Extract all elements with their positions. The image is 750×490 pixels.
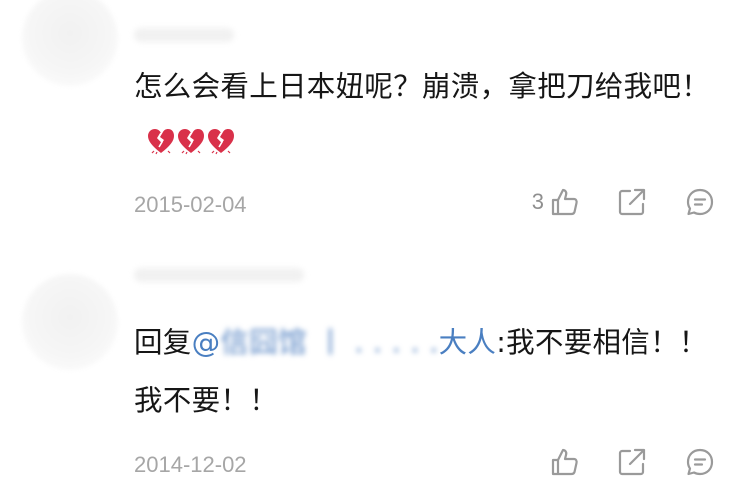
comment-actions xyxy=(508,446,716,478)
broken-heart-icon xyxy=(148,129,174,155)
reply-prefix: 回复 xyxy=(134,326,192,359)
thumbs-up-icon xyxy=(551,188,578,216)
comment-item: 怎么会看上日本妞呢？崩溃，拿把刀给我吧！ 2015-02-04 3 xyxy=(0,0,750,246)
comment-item: 回复@信囧馆 丨 . . . . .大人:我不要相信！！我不要！！ 2014-1… xyxy=(0,246,750,490)
mention-tail: 大人 xyxy=(438,326,497,359)
like-button[interactable]: 3 xyxy=(532,186,580,218)
comment-date: 2014-12-02 xyxy=(134,452,247,477)
share-button[interactable] xyxy=(616,186,648,218)
comment-text: 怎么会看上日本妞呢？崩溃，拿把刀给我吧！ xyxy=(134,58,724,175)
share-icon xyxy=(618,448,646,476)
avatar[interactable] xyxy=(22,0,118,86)
mention-at: @ xyxy=(191,326,221,359)
mention-redacted: 信囧馆 丨 . . . . . xyxy=(220,326,439,359)
reply-button[interactable] xyxy=(684,186,716,218)
username[interactable] xyxy=(134,268,304,282)
share-button[interactable] xyxy=(616,446,648,478)
like-count: 3 xyxy=(531,189,544,214)
broken-heart-icon xyxy=(178,129,204,155)
mention-link[interactable]: @信囧馆 丨 . . . . .大人 xyxy=(192,326,497,359)
emoji-group xyxy=(146,117,236,175)
comment-text-body: 怎么会看上日本妞呢？崩溃，拿把刀给我吧！ xyxy=(134,70,711,103)
like-button[interactable] xyxy=(544,446,580,478)
username[interactable] xyxy=(134,28,234,42)
reply-button[interactable] xyxy=(684,446,716,478)
broken-heart-icon xyxy=(208,129,234,155)
avatar[interactable] xyxy=(22,274,118,370)
comment-actions: 3 xyxy=(496,186,716,218)
comment-date: 2015-02-04 xyxy=(134,192,247,217)
comment-text: 回复@信囧馆 丨 . . . . .大人:我不要相信！！我不要！！ xyxy=(134,314,724,430)
thumbs-up-icon xyxy=(551,448,578,476)
comment-icon xyxy=(686,448,714,476)
share-icon xyxy=(618,188,646,216)
comment-icon xyxy=(686,188,714,216)
